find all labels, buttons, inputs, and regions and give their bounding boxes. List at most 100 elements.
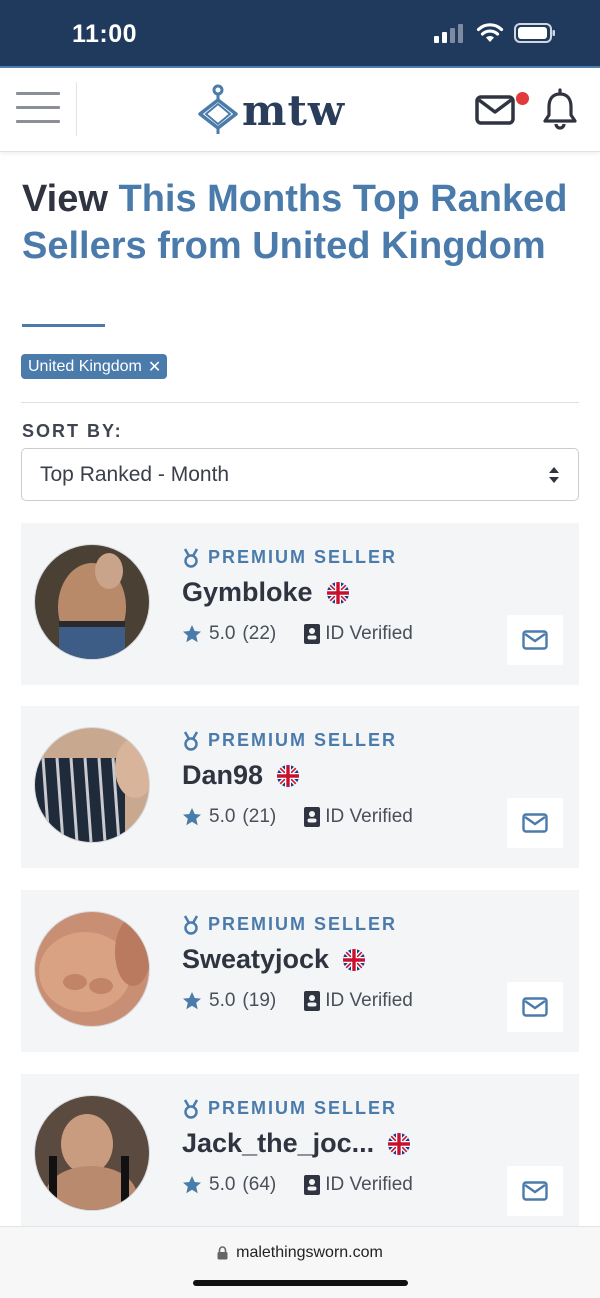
page-title-lead: View bbox=[22, 178, 108, 220]
seller-name-text: Jack_the_joc... bbox=[182, 1128, 375, 1158]
envelope-icon bbox=[522, 813, 548, 833]
seller-card[interactable]: PREMIUM SELLER Jack_the_joc... 5.0 (64) bbox=[21, 1074, 579, 1236]
id-verified: ID Verified bbox=[304, 990, 413, 1012]
page-title: View This Months Top Ranked Sellers from… bbox=[22, 176, 582, 270]
message-seller-button[interactable] bbox=[507, 1166, 563, 1216]
rating-value: 5.0 bbox=[209, 806, 236, 827]
cellular-signal-icon bbox=[434, 24, 463, 43]
seller-name-text: Gymbloke bbox=[182, 577, 313, 607]
review-count: (21) bbox=[242, 806, 277, 827]
review-count: (19) bbox=[242, 990, 277, 1011]
sort-select-value: Top Ranked - Month bbox=[40, 462, 230, 486]
review-count: (22) bbox=[242, 623, 277, 644]
id-card-icon bbox=[304, 807, 321, 827]
id-verified: ID Verified bbox=[304, 1174, 413, 1196]
filter-chip-united-kingdom[interactable]: United Kingdom ✕ bbox=[21, 354, 168, 379]
badge-label: PREMIUM SELLER bbox=[208, 547, 398, 567]
seller-meta: 5.0 (19) ID Verified bbox=[182, 990, 413, 1012]
header-divider bbox=[76, 82, 77, 136]
address-bar[interactable]: malethingsworn.com bbox=[0, 1244, 600, 1262]
url-text: malethingsworn.com bbox=[236, 1244, 383, 1261]
seller-name-text: Dan98 bbox=[182, 760, 264, 790]
id-card-icon bbox=[304, 624, 321, 644]
id-verified-label: ID Verified bbox=[325, 990, 413, 1011]
wifi-icon bbox=[476, 23, 504, 42]
sort-select[interactable]: Top Ranked - Month bbox=[21, 448, 579, 501]
badge-label: PREMIUM SELLER bbox=[208, 1098, 398, 1118]
notification-dot bbox=[516, 92, 529, 105]
seller-rating: 5.0 (22) bbox=[182, 623, 276, 645]
mail-icon[interactable] bbox=[474, 90, 518, 130]
hamburger-menu-icon[interactable] bbox=[16, 92, 60, 126]
seller-avatar[interactable] bbox=[35, 1096, 149, 1210]
rating-value: 5.0 bbox=[209, 623, 236, 644]
premium-seller-badge: PREMIUM SELLER bbox=[182, 730, 397, 751]
seller-meta: 5.0 (22) ID Verified bbox=[182, 623, 413, 645]
badge-label: PREMIUM SELLER bbox=[208, 730, 398, 750]
id-verified-label: ID Verified bbox=[325, 806, 413, 827]
select-arrows-icon bbox=[549, 467, 559, 483]
site-logo[interactable]: mtw bbox=[196, 84, 345, 136]
review-count: (64) bbox=[242, 1174, 277, 1195]
section-divider bbox=[21, 402, 579, 403]
id-card-icon bbox=[304, 991, 321, 1011]
rating-value: 5.0 bbox=[209, 1174, 236, 1195]
star-icon bbox=[183, 625, 201, 643]
seller-name[interactable]: Sweatyjock bbox=[182, 944, 366, 975]
envelope-icon bbox=[522, 997, 548, 1017]
message-seller-button[interactable] bbox=[507, 982, 563, 1032]
envelope-icon bbox=[522, 1181, 548, 1201]
seller-name[interactable]: Gymbloke bbox=[182, 577, 349, 608]
star-icon bbox=[183, 1176, 201, 1194]
seller-name-text: Sweatyjock bbox=[182, 944, 330, 974]
medal-icon bbox=[183, 1098, 199, 1119]
seller-avatar[interactable] bbox=[35, 912, 149, 1026]
id-card-icon bbox=[304, 1175, 321, 1195]
bell-icon[interactable] bbox=[540, 88, 580, 132]
seller-card[interactable]: PREMIUM SELLER Dan98 5.0 (21) ID Verifie… bbox=[21, 706, 579, 868]
id-verified-label: ID Verified bbox=[325, 1174, 413, 1195]
seller-rating: 5.0 (19) bbox=[182, 990, 276, 1012]
seller-rating: 5.0 (21) bbox=[182, 806, 276, 828]
browser-bottom-bar: malethingsworn.com bbox=[0, 1226, 600, 1298]
medal-icon bbox=[183, 914, 199, 935]
uk-flag-icon bbox=[277, 764, 300, 787]
message-seller-button[interactable] bbox=[507, 615, 563, 665]
title-underline bbox=[22, 324, 105, 327]
medal-icon bbox=[183, 547, 199, 568]
envelope-icon bbox=[522, 630, 548, 650]
id-verified: ID Verified bbox=[304, 806, 413, 828]
home-indicator[interactable] bbox=[193, 1280, 408, 1286]
status-time: 11:00 bbox=[72, 20, 138, 48]
seller-name[interactable]: Dan98 bbox=[182, 760, 300, 791]
sort-label: SORT BY: bbox=[22, 421, 123, 441]
status-icons bbox=[434, 22, 556, 44]
seller-avatar[interactable] bbox=[35, 728, 149, 842]
seller-rating: 5.0 (64) bbox=[182, 1174, 276, 1196]
rating-value: 5.0 bbox=[209, 990, 236, 1011]
premium-seller-badge: PREMIUM SELLER bbox=[182, 1098, 397, 1119]
battery-icon bbox=[514, 23, 555, 43]
uk-flag-icon bbox=[343, 948, 366, 971]
seller-avatar[interactable] bbox=[35, 545, 149, 659]
seller-card[interactable]: PREMIUM SELLER Gymbloke 5.0 (22) ID Veri… bbox=[21, 523, 579, 685]
logo-text: mtw bbox=[242, 85, 345, 135]
lock-icon bbox=[217, 1246, 228, 1260]
badge-label: PREMIUM SELLER bbox=[208, 914, 398, 934]
star-icon bbox=[183, 992, 201, 1010]
filter-chip-label: United Kingdom bbox=[28, 357, 142, 375]
medal-icon bbox=[183, 730, 199, 751]
seller-meta: 5.0 (64) ID Verified bbox=[182, 1174, 413, 1196]
message-seller-button[interactable] bbox=[507, 798, 563, 848]
id-verified-label: ID Verified bbox=[325, 623, 413, 644]
premium-seller-badge: PREMIUM SELLER bbox=[182, 914, 397, 935]
seller-card[interactable]: PREMIUM SELLER Sweatyjock 5.0 (19) ID Ve… bbox=[21, 890, 579, 1052]
star-icon bbox=[183, 808, 201, 826]
site-header: mtw bbox=[0, 68, 600, 152]
seller-name[interactable]: Jack_the_joc... bbox=[182, 1128, 411, 1159]
seller-meta: 5.0 (21) ID Verified bbox=[182, 806, 413, 828]
premium-seller-badge: PREMIUM SELLER bbox=[182, 547, 397, 568]
hanger-logo-icon bbox=[198, 84, 238, 134]
uk-flag-icon bbox=[326, 581, 349, 604]
close-icon[interactable]: ✕ bbox=[148, 357, 161, 377]
